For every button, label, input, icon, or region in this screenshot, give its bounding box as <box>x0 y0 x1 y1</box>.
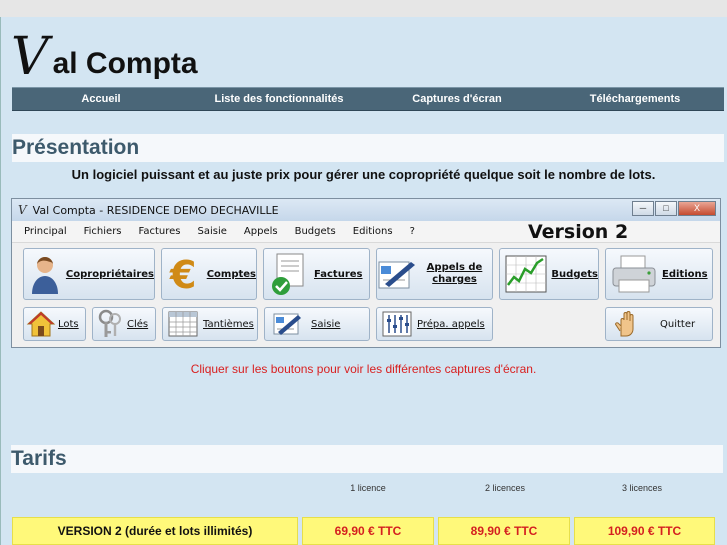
budgets-label: Budgets <box>551 268 598 280</box>
price-row: VERSION 2 (durée et lots illimités) 69,9… <box>12 517 715 545</box>
tarifs-heading-bar: Tarifs <box>11 445 723 473</box>
col-2-licences: 2 licences <box>484 483 526 493</box>
grid-icon <box>163 311 203 337</box>
sliders-icon <box>377 311 417 337</box>
menu-help[interactable]: ? <box>410 226 415 237</box>
saisie-button[interactable]: Saisie <box>264 307 370 341</box>
printer-icon <box>606 254 662 294</box>
appels-de-charges-label: Appels de charges <box>426 262 483 285</box>
tarif-column-headers: 1 licence 2 licences 3 licences <box>0 483 727 497</box>
chart-icon <box>500 255 551 293</box>
quitter-button[interactable]: Quitter <box>605 307 713 341</box>
nav-accueil[interactable]: Accueil <box>12 88 190 110</box>
col-3-licences: 3 licences <box>621 483 663 493</box>
cles-button[interactable]: Clés <box>92 307 156 341</box>
nav-telechargements[interactable]: Téléchargements <box>546 88 724 110</box>
minimize-button[interactable]: ─ <box>632 201 654 216</box>
editions-label: Editions <box>662 268 708 280</box>
app-titlebar: V Val Compta - RESIDENCE DEMO DECHAVILLE <box>12 199 720 221</box>
tantiemes-label: Tantièmes <box>203 318 254 330</box>
factures-button[interactable]: Factures <box>263 248 370 300</box>
comptes-label: Comptes <box>206 268 256 280</box>
person-icon <box>24 254 66 294</box>
tarifs-title: Tarifs <box>11 447 67 470</box>
budgets-button[interactable]: Budgets <box>499 248 599 300</box>
version-label: Version 2 <box>528 221 629 243</box>
svg-text:€: € <box>169 254 196 294</box>
nav-captures[interactable]: Captures d'écran <box>368 88 546 110</box>
nav-fonctionnalites[interactable]: Liste des fonctionnalités <box>190 88 368 110</box>
menu-principal[interactable]: Principal <box>24 226 67 237</box>
window-controls: ─ □ X <box>631 201 716 216</box>
euro-icon: € <box>162 254 207 294</box>
logo-text: al Compta <box>52 47 198 80</box>
close-button[interactable]: X <box>678 201 716 216</box>
form-pen-icon <box>265 310 311 338</box>
app-menubar: Principal Fichiers Factures Saisie Appel… <box>12 221 720 243</box>
form-pen-icon <box>377 256 417 292</box>
menu-budgets[interactable]: Budgets <box>295 226 336 237</box>
lots-label: Lots <box>58 318 79 330</box>
menu-fichiers[interactable]: Fichiers <box>84 226 122 237</box>
logo-letter: V <box>11 27 49 87</box>
menu-editions[interactable]: Editions <box>353 226 393 237</box>
quitter-label: Quitter <box>660 318 696 330</box>
house-icon <box>24 310 58 338</box>
price-1-licence[interactable]: 69,90 € TTC <box>302 517 434 545</box>
invoice-check-icon <box>264 252 314 296</box>
app-screenshot: V Val Compta - RESIDENCE DEMO DECHAVILLE… <box>11 198 721 348</box>
coproprietaires-label: Copropriétaires <box>65 268 154 280</box>
main-nav: Accueil Liste des fonctionnalités Captur… <box>12 87 724 111</box>
app-logo-icon: V <box>18 203 27 217</box>
logo[interactable]: V al Compta <box>11 17 198 87</box>
prepa-appels-button[interactable]: Prépa. appels <box>376 307 493 341</box>
price-3-licences[interactable]: 109,90 € TTC <box>574 517 715 545</box>
keys-icon <box>93 309 127 339</box>
screenshots-hint: Cliquer sur les boutons pour voir les di… <box>190 362 537 376</box>
price-2-licences[interactable]: 89,90 € TTC <box>438 517 570 545</box>
app-window-title: Val Compta - RESIDENCE DEMO DECHAVILLE <box>32 203 279 217</box>
factures-label: Factures <box>314 268 363 280</box>
price-row-label: VERSION 2 (durée et lots illimités) <box>12 517 298 545</box>
coproprietaires-button[interactable]: Copropriétaires <box>23 248 155 300</box>
menu-saisie[interactable]: Saisie <box>198 226 227 237</box>
editions-button[interactable]: Editions <box>605 248 713 300</box>
menu-factures[interactable]: Factures <box>139 226 181 237</box>
presentation-heading-bar: Présentation <box>12 134 724 162</box>
cles-label: Clés <box>127 318 149 330</box>
presentation-lead: Un logiciel puissant et au juste prix po… <box>71 167 656 182</box>
tantiemes-button[interactable]: Tantièmes <box>162 307 258 341</box>
maximize-button[interactable]: □ <box>655 201 677 216</box>
prepa-appels-label: Prépa. appels <box>417 318 485 330</box>
comptes-button[interactable]: € Comptes <box>161 248 257 300</box>
lots-button[interactable]: Lots <box>23 307 86 341</box>
saisie-label: Saisie <box>311 318 341 330</box>
col-1-licence: 1 licence <box>350 483 386 493</box>
menu-appels[interactable]: Appels <box>244 226 278 237</box>
hand-icon <box>606 310 646 338</box>
presentation-title: Présentation <box>12 136 140 159</box>
appels-de-charges-button[interactable]: Appels de charges <box>376 248 493 300</box>
